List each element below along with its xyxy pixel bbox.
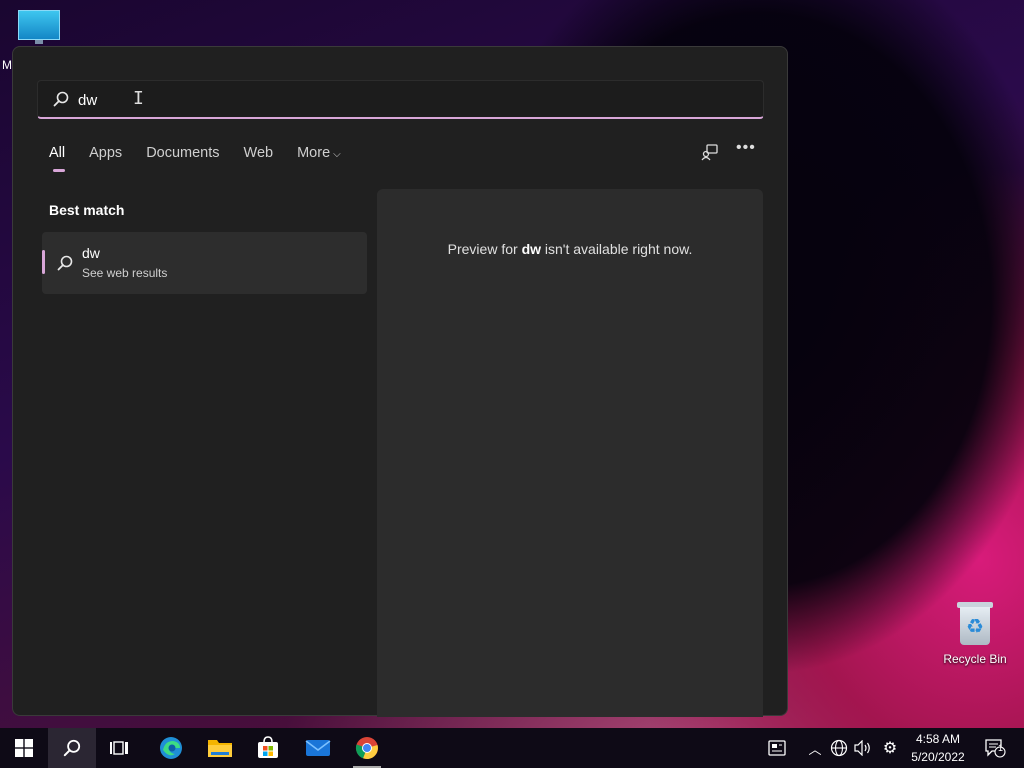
- news-button[interactable]: [755, 728, 799, 768]
- news-icon: [768, 740, 786, 756]
- start-button[interactable]: [0, 728, 48, 768]
- notification-button[interactable]: 1: [978, 728, 1012, 768]
- search-icon: [57, 255, 73, 271]
- network-icon: [830, 739, 848, 757]
- mail-icon: [305, 740, 331, 756]
- selection-indicator: [42, 250, 45, 274]
- task-view-button[interactable]: [96, 728, 144, 768]
- mail-button[interactable]: [294, 728, 342, 768]
- chrome-icon: [355, 737, 378, 760]
- recycle-bin-label: Recycle Bin: [943, 652, 1007, 666]
- store-icon: [258, 736, 278, 758]
- settings-button[interactable]: ⚙: [879, 728, 901, 768]
- windows-start-icon: [15, 739, 33, 757]
- result-title: dw: [82, 245, 100, 261]
- store-button[interactable]: [244, 728, 292, 768]
- preview-suffix: isn't available right now.: [541, 241, 693, 257]
- this-pc-icon[interactable]: [17, 10, 61, 46]
- clock-date[interactable]: 5/20/2022: [906, 750, 970, 764]
- notification-count: 1: [998, 743, 1004, 753]
- more-options-icon[interactable]: •••: [736, 139, 756, 157]
- taskbar: ︿ ⚙ 4:58 AM 5/20/2022 1: [0, 728, 1024, 768]
- tab-more[interactable]: More ⌵: [297, 145, 341, 161]
- search-icon: [53, 91, 69, 107]
- search-box[interactable]: I: [37, 80, 764, 119]
- preview-pane: Preview for dw isn't available right now…: [377, 189, 763, 717]
- tab-all[interactable]: All: [49, 145, 66, 172]
- show-hidden-icons-button[interactable]: ︿: [805, 728, 825, 768]
- preview-term: dw: [521, 241, 542, 257]
- network-button[interactable]: [828, 728, 850, 768]
- recycle-bin-icon: ♻: [957, 602, 993, 646]
- preview-message: Preview for dw isn't available right now…: [377, 241, 763, 257]
- result-subtitle: See web results: [82, 266, 168, 280]
- tab-more-label: More: [297, 145, 331, 161]
- search-icon: [63, 739, 81, 757]
- search-panel: I All Apps Documents Web More⌵ ••• Best …: [12, 46, 788, 717]
- tab-apps[interactable]: Apps: [89, 145, 122, 161]
- tab-documents[interactable]: Documents: [146, 145, 219, 161]
- best-match-heading: Best match: [49, 202, 125, 218]
- this-pc-label: M: [2, 58, 12, 72]
- volume-icon: [854, 740, 870, 756]
- search-input[interactable]: [78, 87, 718, 113]
- file-explorer-icon: [208, 740, 232, 757]
- task-view-icon: [110, 741, 128, 755]
- text-cursor-icon: I: [133, 88, 144, 109]
- preview-prefix: Preview for: [447, 241, 522, 257]
- settings-icon: ⚙: [882, 740, 898, 757]
- edge-button[interactable]: [147, 728, 195, 768]
- chevron-up-icon: ︿: [808, 741, 822, 757]
- account-share-icon[interactable]: [701, 143, 719, 161]
- tab-web[interactable]: Web: [244, 145, 274, 161]
- clock-time[interactable]: 4:58 AM: [906, 732, 970, 746]
- file-explorer-button[interactable]: [196, 728, 244, 768]
- chrome-button[interactable]: [343, 728, 391, 768]
- best-match-result[interactable]: dw See web results: [42, 232, 367, 294]
- chevron-down-icon: ⌵: [333, 149, 341, 160]
- volume-button[interactable]: [852, 728, 874, 768]
- recycle-bin-shortcut[interactable]: ♻ Recycle Bin: [940, 602, 1010, 666]
- taskbar-search-button[interactable]: [48, 728, 96, 768]
- edge-icon: [160, 737, 182, 759]
- search-filter-tabs: All Apps Documents Web More ⌵: [49, 145, 365, 172]
